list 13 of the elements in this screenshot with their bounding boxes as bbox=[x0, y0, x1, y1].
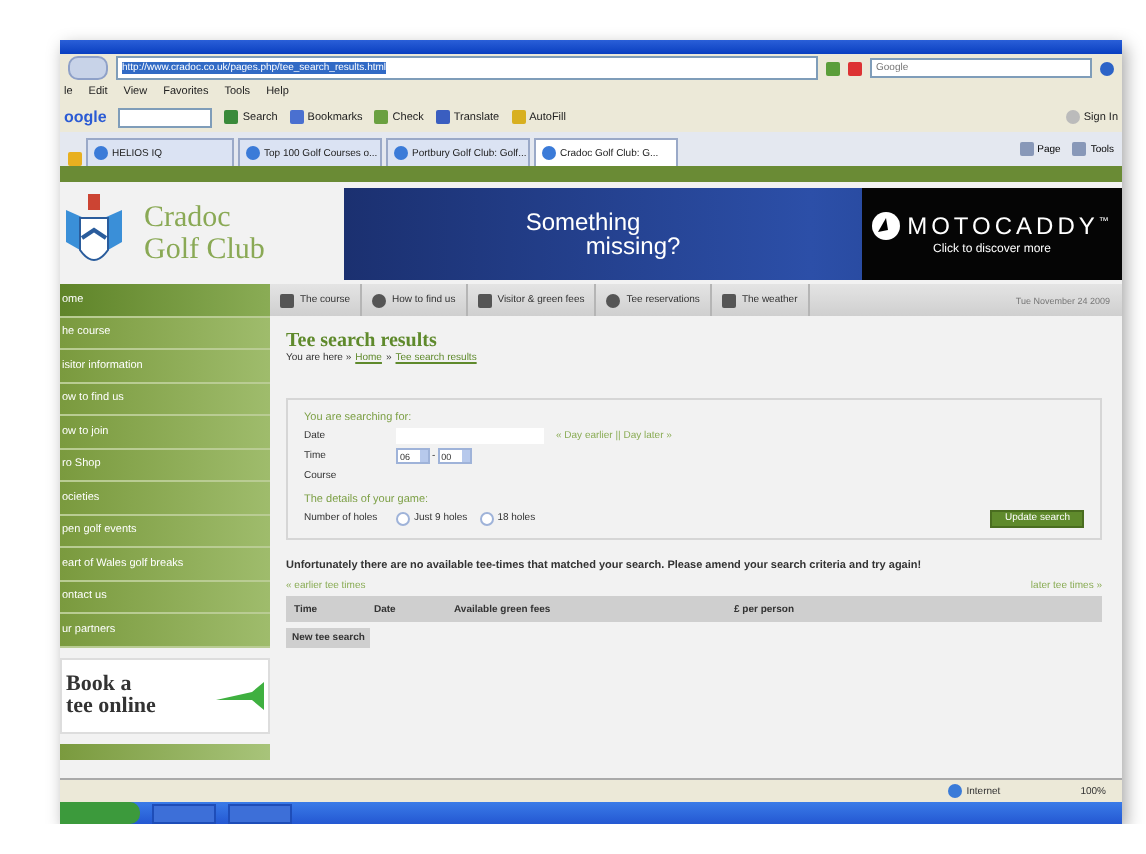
club-name: Cradoc Golf Club bbox=[144, 201, 267, 265]
taskbar-button[interactable] bbox=[228, 803, 292, 823]
search-icon[interactable] bbox=[1100, 61, 1114, 75]
brand-logo-icon bbox=[871, 211, 900, 239]
book-tee-online-promo[interactable]: Book a tee online bbox=[60, 657, 270, 733]
taskbar-button[interactable] bbox=[152, 803, 216, 823]
page-title: Tee search results bbox=[286, 330, 439, 352]
start-button[interactable] bbox=[60, 802, 140, 824]
toolbar-logo: oogle bbox=[64, 108, 107, 126]
brand-name: MOTOCADDY$^{™}$ bbox=[907, 211, 1113, 239]
toolbar-search-field[interactable] bbox=[118, 107, 213, 127]
banner-headline: Something missing? bbox=[525, 209, 681, 257]
back-forward-buttons[interactable] bbox=[68, 56, 108, 80]
